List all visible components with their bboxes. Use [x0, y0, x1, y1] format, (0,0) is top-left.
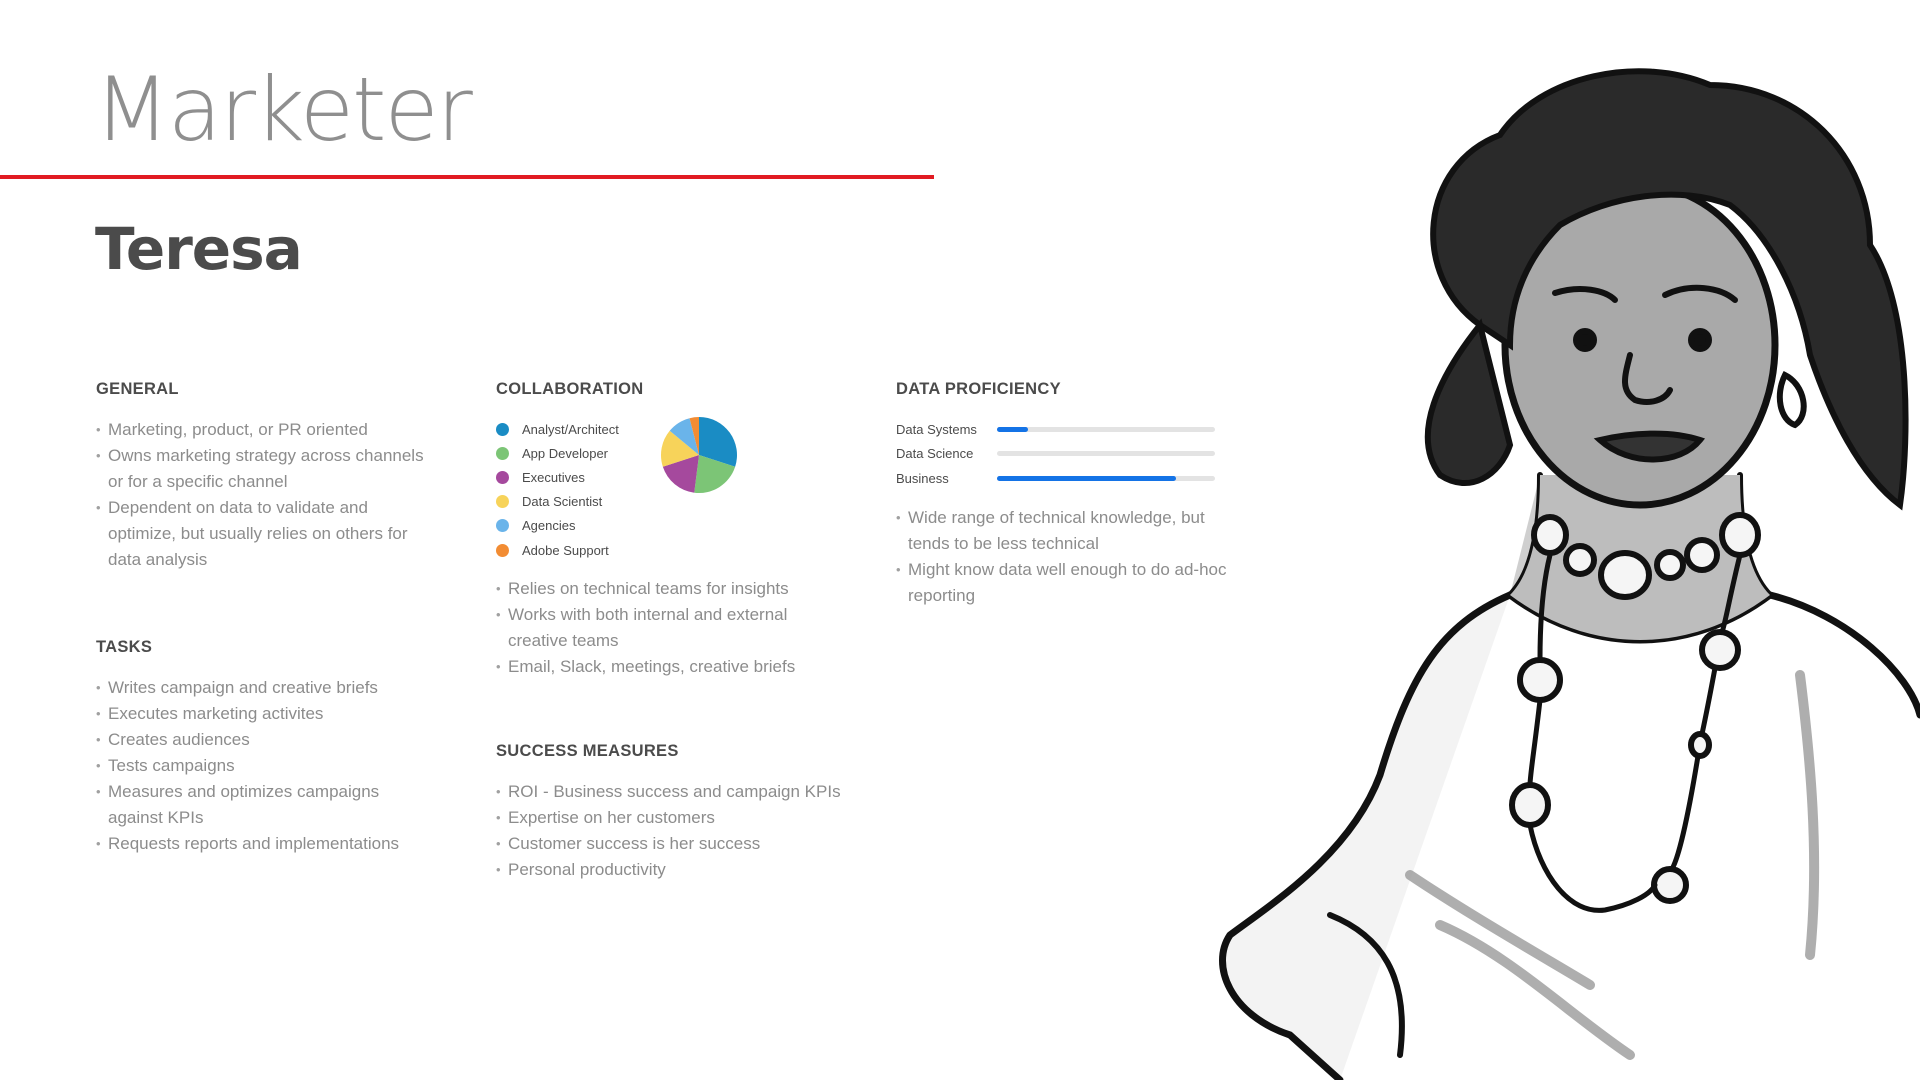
- list-item: ROI - Business success and campaign KPIs: [496, 779, 856, 805]
- legend-swatch: [496, 422, 509, 436]
- list-item: Wide range of technical knowledge, but t…: [896, 505, 1236, 557]
- proficiency-section: DATA PROFICIENCY Data Systems Data Scien…: [896, 380, 1236, 609]
- proficiency-row: Data Systems: [896, 417, 1236, 442]
- legend-swatch: [496, 543, 509, 557]
- list-item: Expertise on her customers: [496, 805, 856, 831]
- list-item: Email, Slack, meetings, creative briefs: [496, 654, 826, 680]
- list-item: Creates audiences: [96, 727, 426, 753]
- list-item: Requests reports and implementations: [96, 831, 426, 857]
- legend-swatch: [496, 446, 509, 460]
- proficiency-label: Business: [896, 470, 949, 486]
- proficiency-heading: DATA PROFICIENCY: [896, 380, 1061, 398]
- legend-swatch: [496, 495, 509, 509]
- general-section: GENERAL Marketing, product, or PR orient…: [96, 380, 426, 573]
- legend-label: Executives: [522, 469, 585, 485]
- legend-label: Analyst/Architect: [522, 421, 619, 437]
- collaboration-list: Relies on technical teams for insights W…: [496, 576, 826, 680]
- list-item: Writes campaign and creative briefs: [96, 675, 426, 701]
- proficiency-fill: [997, 475, 1176, 481]
- list-item: Works with both internal and external cr…: [496, 602, 826, 654]
- proficiency-track: [997, 475, 1215, 481]
- persona-name: Teresa: [95, 215, 303, 283]
- proficiency-row: Data Science: [896, 442, 1236, 467]
- legend-item: Agencies: [496, 514, 826, 538]
- legend-item: Adobe Support: [496, 538, 826, 562]
- legend-label: App Developer: [522, 445, 608, 461]
- list-item: Executes marketing activites: [96, 701, 426, 727]
- general-heading: GENERAL: [96, 380, 179, 398]
- list-item: Measures and optimizes campaigns against…: [96, 779, 426, 831]
- proficiency-list: Wide range of technical knowledge, but t…: [896, 505, 1236, 609]
- general-list: Marketing, product, or PR oriented Owns …: [96, 417, 426, 573]
- tasks-list: Writes campaign and creative briefs Exec…: [96, 675, 426, 857]
- proficiency-label: Data Systems: [896, 421, 977, 437]
- tasks-section: TASKS Writes campaign and creative brief…: [96, 638, 426, 857]
- legend-swatch: [496, 470, 509, 484]
- success-list: ROI - Business success and campaign KPIs…: [496, 779, 856, 883]
- success-section: SUCCESS MEASURES ROI - Business success …: [496, 742, 856, 883]
- proficiency-track: [997, 426, 1215, 432]
- success-heading: SUCCESS MEASURES: [496, 742, 679, 760]
- proficiency-row: Business: [896, 466, 1236, 491]
- list-item: Marketing, product, or PR oriented: [96, 417, 426, 443]
- collaboration-pie-chart: [661, 417, 737, 493]
- list-item: Tests campaigns: [96, 753, 426, 779]
- legend-label: Agencies: [522, 518, 576, 534]
- collaboration-heading: COLLABORATION: [496, 380, 644, 398]
- role-title: Marketer: [94, 58, 473, 161]
- tasks-heading: TASKS: [96, 638, 153, 656]
- proficiency-fill: [997, 426, 1028, 432]
- list-item: Personal productivity: [496, 857, 856, 883]
- list-item: Dependent on data to validate and optimi…: [96, 495, 426, 573]
- proficiency-bars: Data Systems Data Science Business: [896, 417, 1236, 491]
- title-divider: [0, 175, 934, 179]
- legend-swatch: [496, 519, 509, 533]
- list-item: Customer success is her success: [496, 831, 856, 857]
- list-item: Relies on technical teams for insights: [496, 576, 826, 602]
- list-item: Owns marketing strategy across channels …: [96, 443, 426, 495]
- persona-illustration: [1219, 68, 1920, 1080]
- list-item: Might know data well enough to do ad-hoc…: [896, 557, 1236, 609]
- legend-label: Data Scientist: [522, 494, 603, 510]
- proficiency-track: [997, 451, 1215, 457]
- legend-label: Adobe Support: [522, 542, 609, 558]
- proficiency-label: Data Science: [896, 446, 974, 462]
